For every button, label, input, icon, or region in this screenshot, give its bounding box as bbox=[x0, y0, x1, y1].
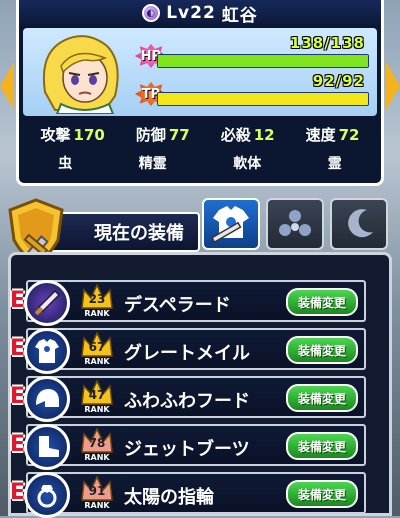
trait-item: 精霊 bbox=[138, 156, 167, 172]
stat-speed: 速度 72 bbox=[305, 125, 360, 144]
change-equipment-button[interactable]: 装備変更 bbox=[286, 432, 358, 460]
equipment-slot-head[interactable]: E 47 RANK ふわふわフード 装備変更 bbox=[10, 376, 366, 422]
rank-badge: 91 RANK bbox=[80, 474, 114, 514]
equipment-name: ジェットブーツ bbox=[124, 439, 250, 460]
character-level: Lv22 bbox=[166, 3, 216, 23]
tab-accessory[interactable] bbox=[330, 198, 388, 250]
equipment-name: デスペラード bbox=[124, 295, 231, 316]
tp-bar bbox=[157, 92, 369, 106]
change-equipment-button[interactable]: 装備変更 bbox=[286, 288, 358, 316]
trait-item: 虫 bbox=[58, 156, 73, 172]
tp-value: 92/92 bbox=[312, 72, 365, 90]
equipment-name: 太陽の指輪 bbox=[124, 487, 214, 508]
stat-panel: 138/138 HP 92/92 TP bbox=[23, 28, 377, 116]
tab-equipment[interactable] bbox=[202, 198, 260, 250]
armor-weapon-icon bbox=[210, 206, 249, 244]
equipment-name: ふわふわフード bbox=[124, 391, 250, 412]
rank-badge: 47 RANK bbox=[80, 378, 114, 418]
equipment-slot-accessory[interactable]: E 91 RANK 太陽の指輪 装備変更 bbox=[10, 472, 366, 518]
next-character-arrow-icon[interactable] bbox=[386, 62, 400, 110]
stat-attack: 攻撃 170 bbox=[40, 125, 105, 144]
boots-icon bbox=[24, 424, 70, 470]
stat-special: 必殺 12 bbox=[220, 125, 275, 144]
change-equipment-button[interactable]: 装備変更 bbox=[286, 336, 358, 364]
rank-badge: 67 RANK bbox=[80, 330, 114, 370]
helmet-icon bbox=[24, 376, 70, 422]
tp-bar-fill bbox=[158, 93, 368, 105]
trait-item: 霊 bbox=[327, 156, 342, 172]
tab-gems[interactable] bbox=[266, 198, 324, 250]
moon-orb-icon bbox=[348, 209, 373, 238]
stats-line: 攻撃 170 防御 77 必殺 12 速度 72 bbox=[25, 120, 375, 148]
hp-bar bbox=[157, 54, 369, 68]
tp-gauge: 92/92 TP bbox=[135, 72, 371, 108]
trait-item: 軟体 bbox=[233, 156, 262, 172]
gem-cluster-icon bbox=[279, 210, 311, 236]
character-status-card: ◐ Lv22 虹谷 138/138 HP 92/92 TP 攻撃 170 防御 … bbox=[16, 0, 384, 186]
rank-badge: 23 RANK bbox=[80, 282, 114, 322]
sword-icon bbox=[24, 280, 70, 326]
change-equipment-button[interactable]: 装備変更 bbox=[286, 384, 358, 412]
hp-bar-fill bbox=[158, 55, 368, 67]
traits-line: 虫 精霊 軟体 霊 bbox=[25, 150, 375, 176]
hp-gauge: 138/138 HP bbox=[135, 34, 371, 70]
change-equipment-button[interactable]: 装備変更 bbox=[286, 480, 358, 508]
ring-icon bbox=[24, 472, 70, 518]
equipment-name: グレートメイル bbox=[124, 343, 250, 364]
element-emblem-icon: ◐ bbox=[142, 4, 161, 22]
prev-character-arrow-icon[interactable] bbox=[0, 62, 14, 110]
stat-defense: 防御 77 bbox=[135, 125, 190, 144]
shirt-icon bbox=[24, 328, 70, 374]
hp-value: 138/138 bbox=[289, 34, 365, 52]
equipment-slot-armor[interactable]: E 67 RANK グレートメイル 装備変更 bbox=[10, 328, 366, 374]
equipment-slot-weapon[interactable]: E 23 RANK デスペラード 装備変更 bbox=[10, 280, 366, 326]
character-portrait[interactable] bbox=[35, 32, 131, 114]
character-name: 虹谷 bbox=[221, 5, 258, 26]
equipment-slot-feet[interactable]: E 78 RANK ジェットブーツ 装備変更 bbox=[10, 424, 366, 470]
rank-badge: 78 RANK bbox=[80, 426, 114, 466]
character-name-bar: ◐ Lv22 虹谷 bbox=[19, 0, 381, 26]
